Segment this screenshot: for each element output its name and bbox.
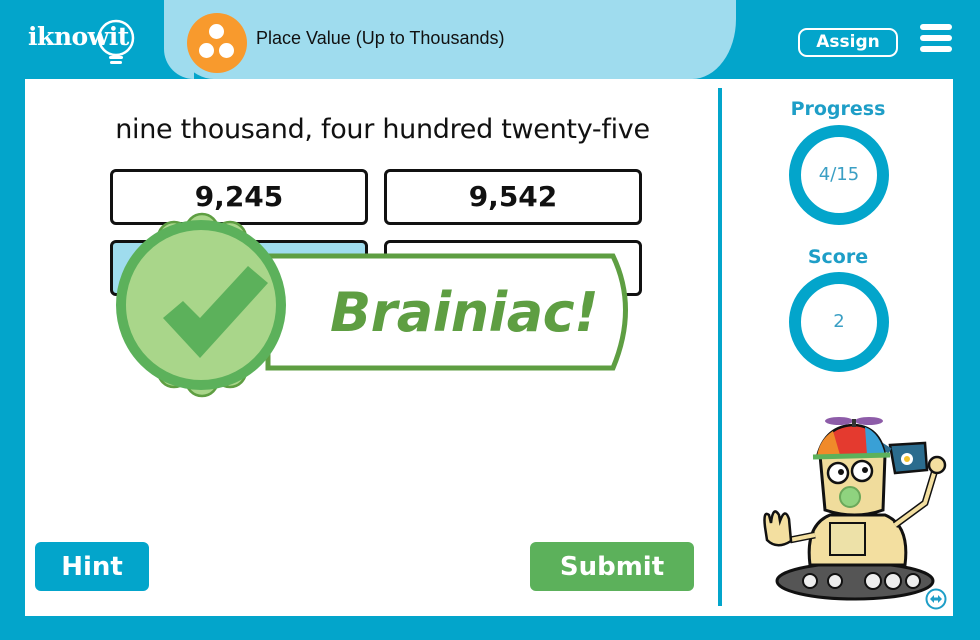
lightbulb-icon <box>97 19 135 64</box>
iknowit-logo[interactable]: iknowit <box>28 14 148 66</box>
question-prompt: nine thousand, four hundred twenty-five <box>115 114 650 145</box>
score-value: 2 <box>833 311 845 332</box>
three-dots-icon <box>187 13 247 73</box>
progress-ring: 4/15 <box>789 125 889 225</box>
feedback-message: Brainiac! <box>330 281 599 344</box>
hint-button[interactable]: Hint <box>35 542 149 591</box>
answer-option-2[interactable]: 9,542 <box>384 169 642 225</box>
progress-value: 4/15 <box>818 164 860 185</box>
score-ring: 2 <box>789 272 889 372</box>
hamburger-menu-icon[interactable] <box>920 24 952 54</box>
submit-button[interactable]: Submit <box>530 542 694 591</box>
robot-mascot <box>763 417 947 601</box>
swap-arrows-icon[interactable] <box>925 588 947 610</box>
score-label: Score <box>807 246 869 268</box>
topic-title: Place Value (Up to Thousands) <box>256 28 505 48</box>
assign-button[interactable]: Assign <box>798 28 898 57</box>
panel-divider <box>718 88 722 606</box>
progress-label: Progress <box>790 98 886 120</box>
answer-option-1[interactable]: 9,245 <box>110 169 368 225</box>
